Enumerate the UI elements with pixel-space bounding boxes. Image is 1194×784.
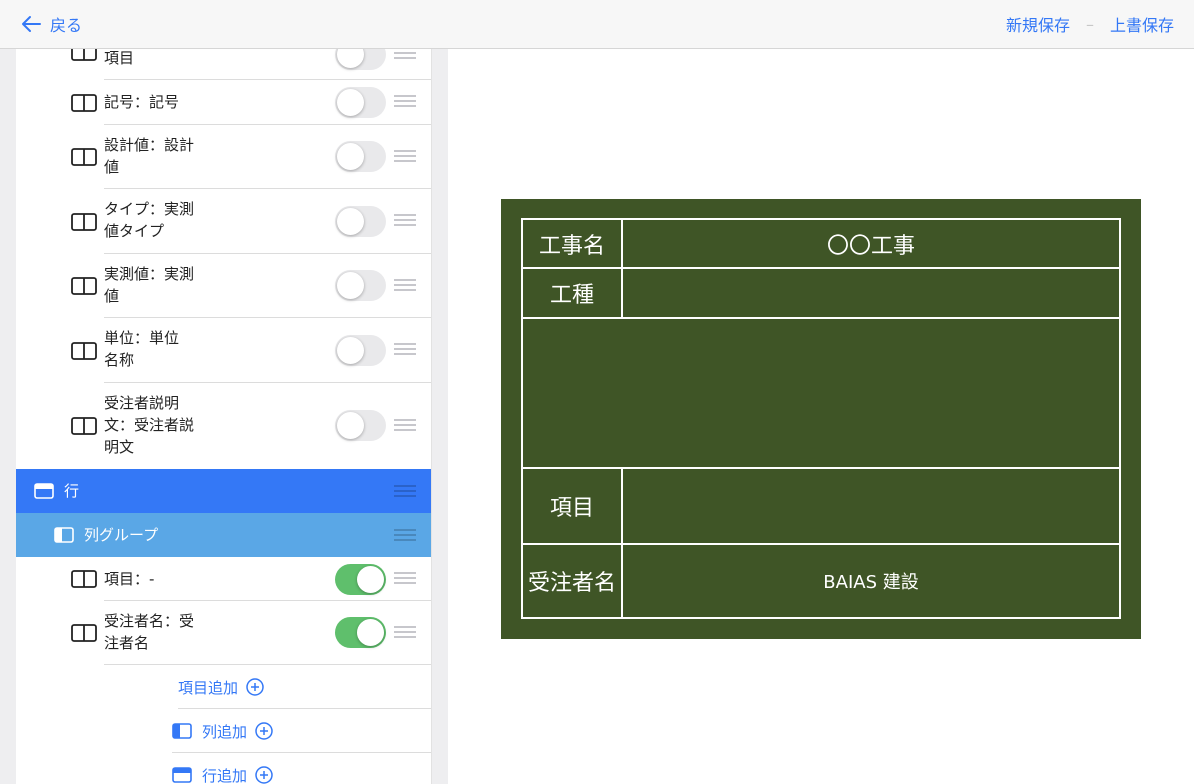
list-item-label: 項目：- (104, 570, 155, 588)
list-item[interactable]: タイプ：実測 値タイプ (16, 189, 431, 254)
board-header-cell: 受注者名 (521, 543, 623, 619)
list-item-partial[interactable]: 項目 (16, 49, 431, 80)
board-row-work-type: 工種 (521, 267, 1121, 319)
drag-handle-icon[interactable] (394, 529, 416, 543)
list-item-label: 受注者説明 文：受注者説 明文 (104, 394, 195, 456)
visibility-toggle[interactable] (335, 410, 386, 441)
board-header-cell: 工事名 (521, 218, 623, 269)
list-item[interactable]: 単位：単位 名称 (16, 318, 431, 383)
add-row-button[interactable]: 行追加 (172, 753, 273, 784)
column-group-icon (54, 527, 74, 543)
list-item[interactable]: 受注者名：受 注者名 (16, 601, 431, 665)
add-column-button[interactable]: 列追加 (172, 709, 273, 753)
column-split-icon (71, 570, 97, 588)
list-item-label: 設計値：設計 値 (104, 136, 195, 176)
list-item[interactable]: 実測値：実測 値 (16, 254, 431, 318)
drag-handle-icon[interactable] (394, 95, 416, 109)
list-item-label: 記号：記号 (104, 93, 180, 111)
column-group-label: 列グループ (84, 526, 159, 544)
list-item-label: 受注者名：受 注者名 (104, 612, 195, 652)
drag-handle-icon[interactable] (394, 572, 416, 586)
board-header-cell: 項目 (521, 467, 623, 545)
column-group-band[interactable]: 列グループ (16, 513, 431, 557)
list-item-label: 実測値：実測 値 (104, 265, 195, 305)
add-row-label: 行追加 (202, 766, 248, 784)
board-row-construction-name: 工事名 〇〇工事 (521, 218, 1121, 269)
visibility-toggle[interactable] (335, 617, 386, 648)
plus-circle-icon (246, 678, 264, 696)
column-split-icon (71, 148, 97, 166)
add-item-label: 項目追加 (178, 678, 239, 697)
visibility-toggle[interactable] (335, 564, 386, 595)
list-item-label: 単位：単位 名称 (104, 329, 180, 369)
column-split-icon (71, 49, 97, 61)
add-item-button[interactable]: 項目追加 (178, 665, 264, 709)
board-row-contractor: 受注者名 BAIAS 建設 (521, 543, 1121, 619)
row-band-label: 行 (64, 482, 80, 500)
row-icon (34, 483, 54, 499)
visibility-toggle[interactable] (335, 49, 386, 70)
drag-handle-icon[interactable] (394, 150, 416, 164)
board-value-cell: 〇〇工事 (621, 218, 1121, 269)
drag-handle-icon[interactable] (394, 214, 416, 228)
visibility-toggle[interactable] (335, 206, 386, 237)
visibility-toggle[interactable] (335, 335, 386, 366)
drag-handle-icon[interactable] (394, 279, 416, 293)
board-header-cell: 工種 (521, 267, 623, 319)
board-value-cell: BAIAS 建設 (621, 543, 1121, 619)
layout-editor-panel[interactable]: 項目 記号：記号 設計値：設計 値 タイプ：実測 値タイプ 実測値：実測 値 単… (16, 49, 432, 784)
column-split-icon (71, 94, 97, 112)
column-split-icon (71, 624, 97, 642)
list-item-label: タイプ：実測 値タイプ (104, 200, 195, 240)
list-item[interactable]: 設計値：設計 値 (16, 125, 431, 189)
board-value-cell (621, 467, 1121, 545)
visibility-toggle[interactable] (335, 141, 386, 172)
row-band[interactable]: 行 (16, 469, 431, 513)
blackboard-preview[interactable]: 工事名 〇〇工事 工種 項目 受注者名 BAIAS 建設 (501, 199, 1141, 639)
arrow-left-icon (22, 16, 41, 32)
drag-handle-icon[interactable] (394, 419, 416, 433)
column-split-icon (71, 213, 97, 231)
list-item[interactable]: 記号：記号 (16, 80, 431, 125)
visibility-toggle[interactable] (335, 87, 386, 118)
drag-handle-icon[interactable] (394, 343, 416, 357)
save-new-button[interactable]: 新規保存 (1006, 12, 1070, 36)
list-item-label: 項目 (104, 49, 135, 67)
column-split-icon (71, 417, 97, 435)
column-split-icon (71, 342, 97, 360)
back-label: 戻る (50, 16, 83, 35)
column-split-icon (71, 277, 97, 295)
add-column-label: 列追加 (202, 722, 248, 741)
drag-handle-icon[interactable] (394, 626, 416, 640)
blackboard-table: 工事名 〇〇工事 工種 項目 受注者名 BAIAS 建設 (521, 218, 1121, 619)
drag-handle-icon[interactable] (394, 485, 416, 499)
board-value-cell (621, 267, 1121, 319)
plus-circle-icon (255, 722, 273, 740)
back-button[interactable]: 戻る (20, 12, 82, 36)
board-row-blank (521, 317, 1121, 469)
board-row-item: 項目 (521, 467, 1121, 545)
row-icon (172, 767, 192, 783)
board-blank-cell (521, 317, 1121, 469)
list-item[interactable]: 受注者説明 文：受注者説 明文 (16, 383, 431, 469)
plus-circle-icon (255, 766, 273, 784)
list-item[interactable]: 項目：- (16, 557, 431, 601)
drag-handle-icon[interactable] (394, 49, 416, 61)
save-actions: 新規保存 – 上書保存 (1006, 12, 1174, 36)
left-gutter (0, 49, 16, 784)
overwrite-save-button[interactable]: 上書保存 (1110, 12, 1174, 36)
column-group-icon (172, 723, 192, 739)
visibility-toggle[interactable] (335, 270, 386, 301)
separator: – (1085, 14, 1094, 34)
panel-gap (432, 49, 448, 784)
top-bar: 戻る 新規保存 – 上書保存 (0, 0, 1194, 49)
